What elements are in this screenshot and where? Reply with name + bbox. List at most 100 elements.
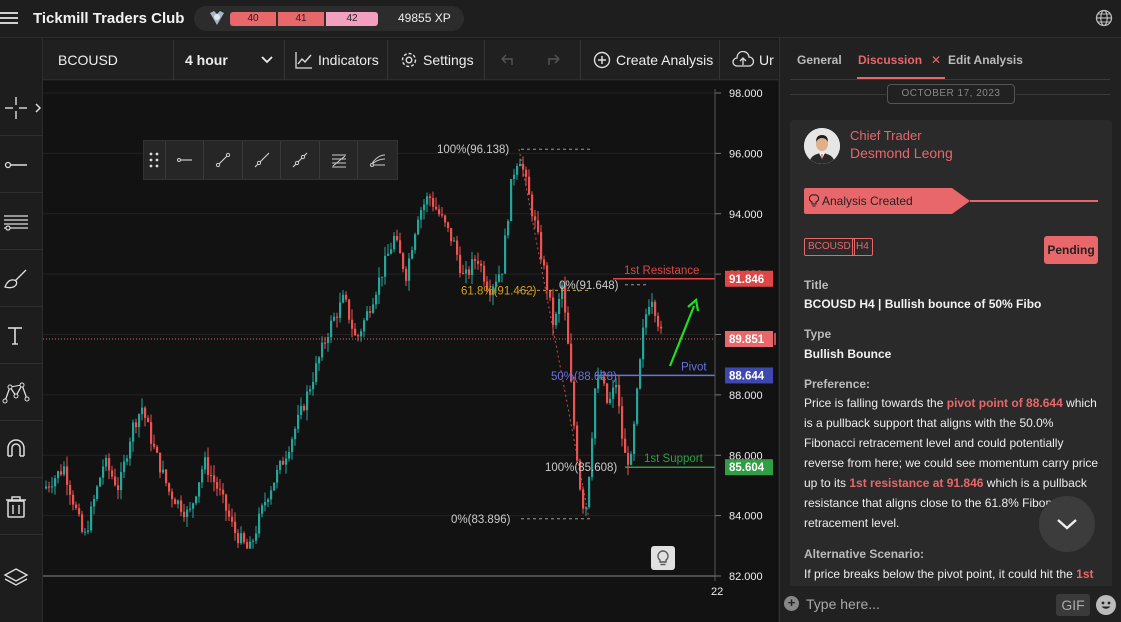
candle-body xyxy=(525,169,528,177)
candle-body xyxy=(219,488,222,490)
channel-tool[interactable] xyxy=(320,141,359,179)
line-tool[interactable] xyxy=(0,137,42,193)
candle-body xyxy=(108,458,111,471)
candle-body xyxy=(96,486,99,499)
idea-button[interactable] xyxy=(651,546,675,570)
candle-body xyxy=(327,337,330,344)
globe-icon[interactable] xyxy=(1095,9,1113,27)
tab-discussion[interactable]: Discussion xyxy=(858,53,922,67)
candle-body xyxy=(510,179,513,222)
candle-body xyxy=(210,475,213,477)
redo-button[interactable] xyxy=(533,40,581,80)
crosshair-tool[interactable] xyxy=(0,80,42,136)
candle-body xyxy=(540,232,543,260)
candle-body xyxy=(369,311,372,313)
candle-body xyxy=(105,458,108,467)
candle-body xyxy=(276,469,279,483)
drag-handle[interactable] xyxy=(144,141,166,179)
candle-body xyxy=(504,235,507,274)
candle-body xyxy=(546,265,549,290)
candle-body xyxy=(201,469,204,483)
add-attachment-button[interactable]: + xyxy=(784,596,799,611)
xp-progress[interactable]: 40 41 42 49855 XP xyxy=(194,6,464,31)
magnet-tool[interactable] xyxy=(0,422,42,478)
settings-button[interactable]: Settings xyxy=(388,40,485,80)
candle-body xyxy=(615,384,618,388)
text-icon xyxy=(8,326,22,345)
magnet-icon xyxy=(7,438,25,457)
candle-body xyxy=(204,457,207,470)
candle-body xyxy=(294,428,297,440)
candle-body xyxy=(468,269,471,275)
candle-body xyxy=(552,297,555,326)
brush-tool[interactable] xyxy=(0,251,42,307)
y-tick-label: 84.000 xyxy=(729,511,763,523)
candle-body xyxy=(240,533,243,544)
trendline-tool[interactable] xyxy=(243,141,282,179)
symbol-selector[interactable]: BCOUSD xyxy=(43,40,174,80)
candle-body xyxy=(117,485,120,491)
xp-level-3: 42 xyxy=(326,12,378,26)
upload-button[interactable]: Ur xyxy=(720,40,778,80)
candle-body xyxy=(147,417,150,423)
xp-level-1: 40 xyxy=(230,12,276,26)
candle-body xyxy=(252,540,255,542)
y-tick-label: 96.000 xyxy=(729,148,763,160)
candle-body xyxy=(390,249,393,254)
indicators-button[interactable]: Indicators xyxy=(285,40,388,80)
emoji-icon[interactable] xyxy=(1096,595,1116,615)
candle-body xyxy=(345,294,348,300)
candle-body xyxy=(582,489,585,509)
candle-body xyxy=(648,306,651,315)
candle-body xyxy=(81,514,84,532)
candle-body xyxy=(75,504,78,509)
fib-fan-tool[interactable] xyxy=(358,141,397,179)
text-tool[interactable] xyxy=(0,308,42,364)
candle-body xyxy=(375,294,378,305)
candle-body xyxy=(498,274,501,282)
menu-icon[interactable] xyxy=(0,9,18,27)
ray-tool[interactable] xyxy=(166,141,205,179)
candle-body xyxy=(336,316,339,318)
layers-tool[interactable] xyxy=(0,550,42,606)
candle-body xyxy=(429,196,432,199)
create-analysis-button[interactable]: Create Analysis xyxy=(581,40,720,80)
delete-tool[interactable] xyxy=(0,479,42,535)
timeframe-dropdown[interactable]: 4 hour xyxy=(174,40,285,80)
candle-body xyxy=(441,214,444,216)
pattern-tool[interactable] xyxy=(0,365,42,421)
author-name[interactable]: Desmond Leong xyxy=(850,145,953,161)
gif-button[interactable]: GIF xyxy=(1056,594,1090,616)
candle-body xyxy=(450,227,453,242)
close-icon[interactable]: ✕ xyxy=(931,53,941,67)
channel-icon xyxy=(331,154,346,168)
symbol-tag: BCOUSD xyxy=(804,238,855,256)
scroll-down-button[interactable] xyxy=(1039,496,1095,552)
tab-edit-analysis[interactable]: Edit Analysis xyxy=(948,53,1023,67)
candle-body xyxy=(537,220,540,233)
avatar[interactable] xyxy=(804,128,840,164)
candle-body xyxy=(207,457,210,476)
create-analysis-label: Create Analysis xyxy=(616,52,714,68)
candle-body xyxy=(594,388,597,439)
gear-icon xyxy=(401,52,417,68)
candle-body xyxy=(414,234,417,251)
ray-icon xyxy=(176,158,192,162)
candle-body xyxy=(357,335,360,337)
undo-icon xyxy=(501,54,513,65)
candle-body xyxy=(438,209,441,215)
undo-button[interactable] xyxy=(485,40,533,80)
extended-line-tool[interactable] xyxy=(281,141,320,179)
candle-body xyxy=(267,499,270,502)
candle-body xyxy=(456,240,459,255)
candle-body xyxy=(384,255,387,277)
candle-body xyxy=(66,466,69,485)
candle-body xyxy=(432,198,435,207)
chat-input[interactable]: Type here... xyxy=(806,596,880,612)
segment-tool[interactable] xyxy=(204,141,243,179)
fib-tool[interactable] xyxy=(0,194,42,250)
candle-body xyxy=(660,326,663,329)
tab-general[interactable]: General xyxy=(797,53,842,67)
chart-footer xyxy=(43,609,778,622)
candle-body xyxy=(51,486,54,488)
